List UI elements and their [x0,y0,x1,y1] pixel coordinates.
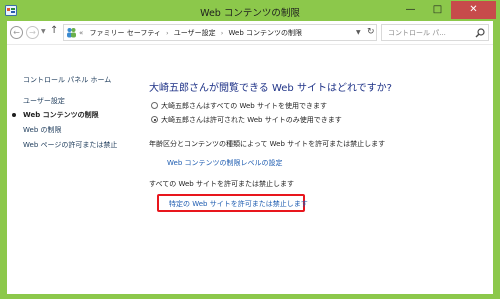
forward-button[interactable]: → [26,26,39,39]
recent-locations-chevron-icon[interactable]: ▼ [41,28,46,35]
rating-description: 年齢区分とコンテンツの種類によって Web サイトを許可または禁止します [149,140,386,148]
breadcrumb-item-web-content[interactable]: Web コンテンツの制限 [229,29,303,37]
chevron-right-icon[interactable]: › [166,30,168,37]
rating-level-link[interactable]: Web コンテンツの制限レベルの設定 [167,158,283,168]
all-sites-description: すべての Web サイトを許可または禁止します [149,180,294,188]
close-button[interactable]: ✕ [451,1,496,19]
sidebar-item-web-restrictions[interactable]: Web の制限 [23,125,62,135]
family-safety-icon [67,28,76,38]
sidebar-item-web-content-current: Web コンテンツの制限 [23,110,99,120]
control-panel-window: Web コンテンツの制限 — □ ✕ ← → ▼ ↑ « ファミリー セーフティ… [0,0,500,299]
search-input[interactable]: コントロール パ... [381,24,489,41]
address-bar[interactable]: « ファミリー セーフティ › ユーザー設定 › Web コンテンツの制限 ▼ … [63,24,377,41]
refresh-button[interactable]: ↻ [367,27,375,37]
specific-sites-link[interactable]: 特定の Web サイトを許可または禁止します [169,199,308,209]
back-button[interactable]: ← [10,26,23,39]
option-label: 大崎五郎さんはすべての Web サイトを使用できます [161,102,327,110]
radio-button[interactable] [151,102,158,109]
sidebar: コントロール パネル ホーム ユーザー設定 Web コンテンツの制限 Web の… [7,46,135,294]
page-heading: 大崎五郎さんが閲覧できる Web サイトはどれですか? [149,83,392,94]
option-label: 大崎五郎さんは許可された Web サイトのみ使用できます [161,116,342,124]
main-content: 大崎五郎さんが閲覧できる Web サイトはどれですか? 大崎五郎さんはすべての … [135,46,493,294]
search-placeholder: コントロール パ... [388,29,446,37]
breadcrumb-item-user-settings[interactable]: ユーザー設定 [174,29,216,37]
maximize-button[interactable]: □ [424,1,451,19]
sidebar-home-link[interactable]: コントロール パネル ホーム [23,75,111,85]
window-client-area: ← → ▼ ↑ « ファミリー セーフティ › ユーザー設定 › Web コンテ… [7,21,493,294]
breadcrumb-item-family-safety[interactable]: ファミリー セーフティ [90,29,161,37]
search-icon[interactable] [475,28,485,38]
sidebar-item-user-settings[interactable]: ユーザー設定 [23,96,65,106]
highlight-box: 特定の Web サイトを許可または禁止します [157,194,308,212]
radio-button-selected[interactable] [151,116,158,123]
option-allowed-sites-only[interactable]: 大崎五郎さんは許可された Web サイトのみ使用できます [151,115,342,125]
up-button[interactable]: ↑ [50,25,58,36]
sidebar-item-label: Web コンテンツの制限 [23,111,99,119]
navigation-bar: ← → ▼ ↑ « ファミリー セーフティ › ユーザー設定 › Web コンテ… [7,21,493,45]
current-page-bullet-icon [12,113,16,117]
minimize-button[interactable]: — [397,1,424,19]
address-dropdown-chevron-icon[interactable]: ▼ [356,29,361,36]
option-all-sites[interactable]: 大崎五郎さんはすべての Web サイトを使用できます [151,101,327,111]
breadcrumb-overflow[interactable]: « [79,29,83,37]
chevron-right-icon[interactable]: › [221,30,223,37]
breadcrumb: « ファミリー セーフティ › ユーザー設定 › Web コンテンツの制限 [79,28,302,38]
title-bar[interactable]: Web コンテンツの制限 — □ ✕ [1,1,499,21]
sidebar-item-allow-block-pages[interactable]: Web ページの許可または禁止 [23,140,117,150]
